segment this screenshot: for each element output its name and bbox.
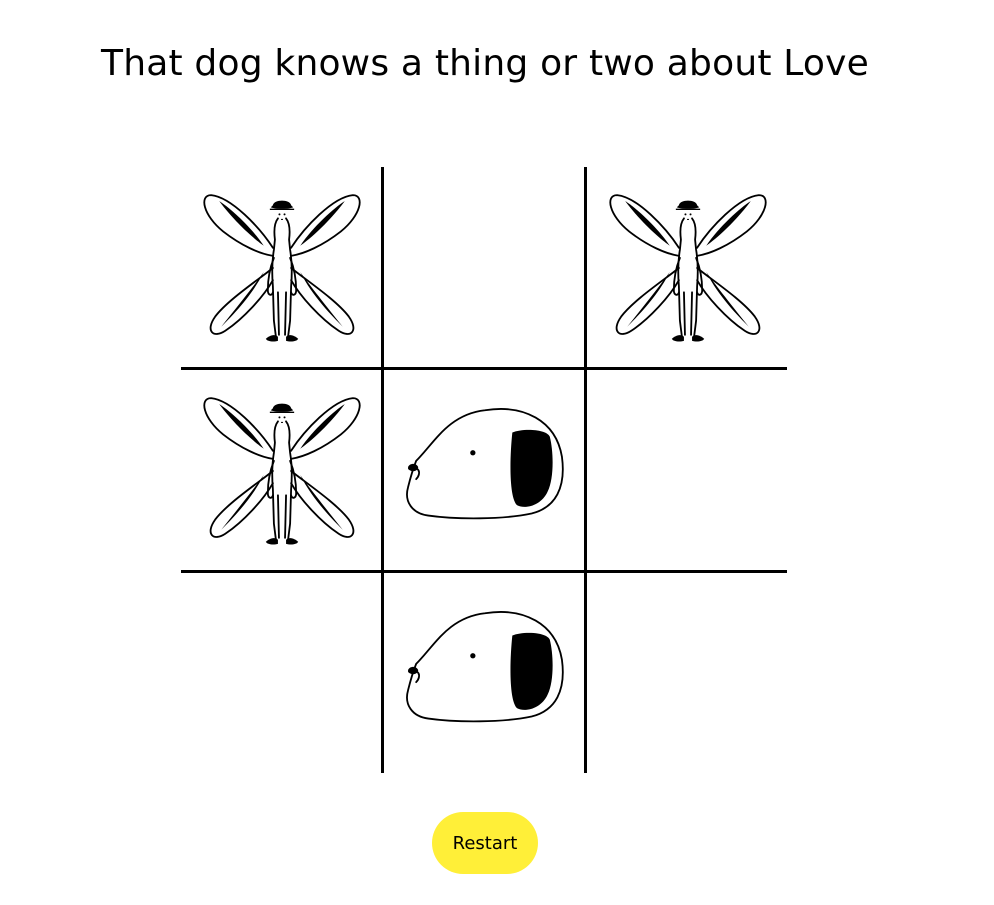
board-cell-3[interactable] xyxy=(587,167,787,367)
board-cell-5[interactable] xyxy=(384,370,584,570)
grid-line xyxy=(584,167,587,773)
grid-line xyxy=(181,367,787,370)
board-cell-7[interactable] xyxy=(181,573,381,773)
page-title: That dog knows a thing or two about Love xyxy=(101,43,869,84)
board-cell-1[interactable] xyxy=(181,167,381,367)
board-cell-4[interactable] xyxy=(181,370,381,570)
game-board xyxy=(181,167,787,773)
grid-line xyxy=(381,167,384,773)
grid-line xyxy=(181,570,787,573)
board-cell-6[interactable] xyxy=(587,370,787,570)
board-cell-8[interactable] xyxy=(384,573,584,773)
restart-button[interactable]: Restart xyxy=(432,812,538,874)
board-cell-9[interactable] xyxy=(587,573,787,773)
board-cell-2[interactable] xyxy=(384,167,584,367)
